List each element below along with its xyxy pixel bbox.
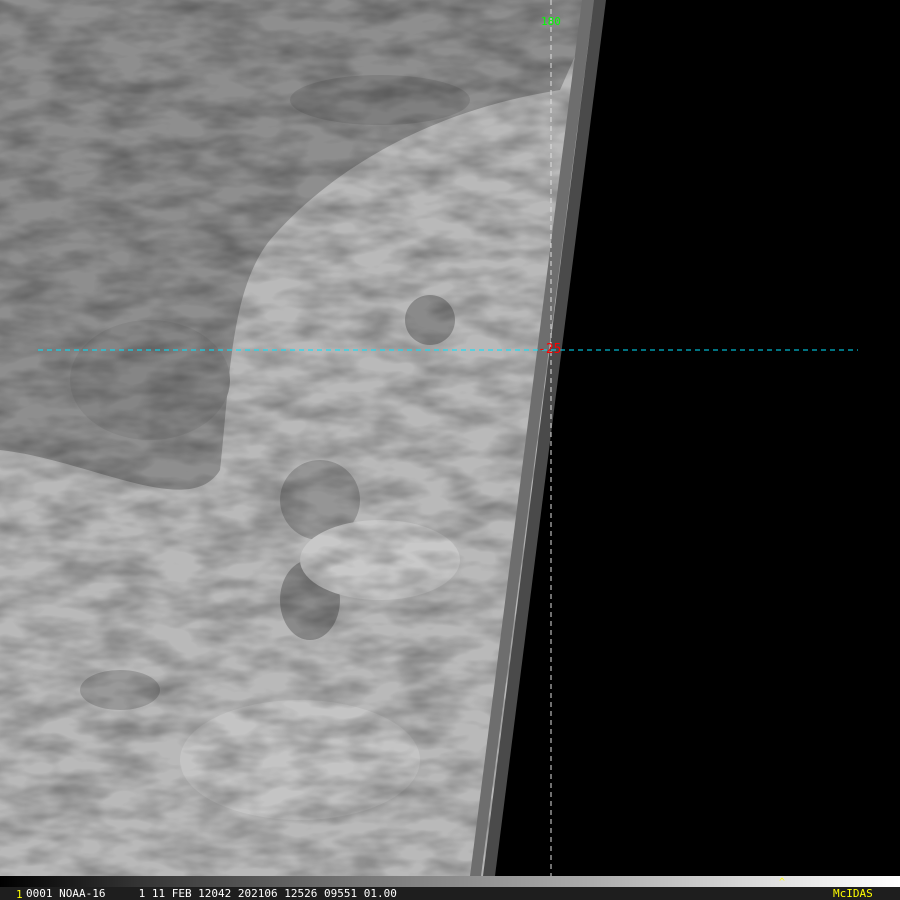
mcidas-brand: McIDAS [833,887,873,900]
grayscale-colorbar [0,876,900,887]
longitude-label: 180 [541,15,561,28]
status-bar: 1 0001 NOAA-16 1 11 FEB 12042 202106 125… [0,887,900,900]
latitude-label: -25 [538,342,562,357]
image-info-text: 0001 NOAA-16 1 11 FEB 12042 202106 12526… [26,887,397,900]
mcidas-display: 180 -25 ^ 1 0001 NOAA-16 1 11 FEB 12042 … [0,0,900,900]
frame-number: 1 [16,888,23,900]
satellite-image[interactable] [0,0,900,876]
